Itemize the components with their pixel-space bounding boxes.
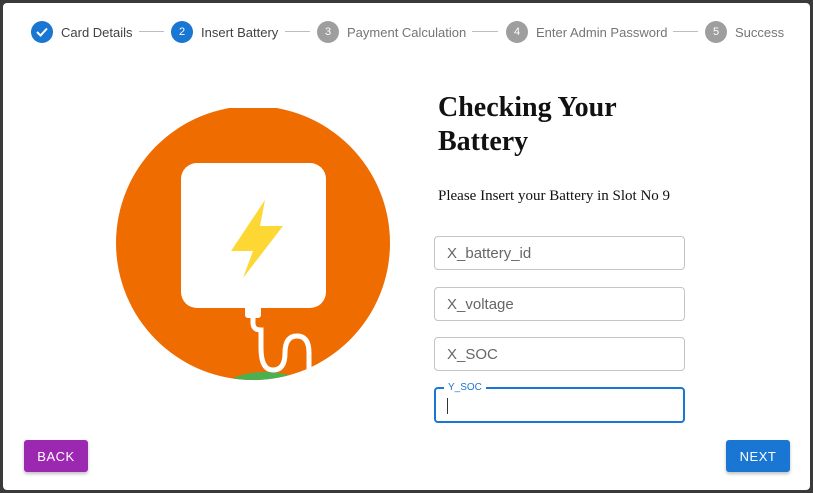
step-connector (472, 31, 498, 32)
step-connector (673, 31, 698, 32)
step-number: 2 (171, 21, 193, 43)
step-enter-admin-password: 4 Enter Admin Password (506, 21, 668, 43)
y-soc-label: Y_SOC (444, 382, 486, 393)
step-number: 5 (705, 21, 727, 43)
step-label: Payment Calculation (347, 24, 467, 40)
step-label: Success (735, 24, 785, 40)
step-label: Insert Battery (201, 24, 279, 40)
step-connector (285, 31, 310, 32)
x-soc-field[interactable] (434, 337, 685, 371)
x-soc-input[interactable] (435, 338, 684, 370)
step-number: 3 (317, 21, 339, 43)
y-soc-field[interactable]: Y_SOC (434, 382, 685, 423)
back-button[interactable]: BACK (24, 440, 88, 472)
step-success: 5 Success (705, 21, 784, 43)
step-label: Card Details (61, 24, 133, 40)
battery-id-field[interactable] (434, 236, 685, 270)
stepper: Card Details 2 Insert Battery 3 Payment … (3, 3, 810, 61)
y-soc-input[interactable] (436, 389, 683, 421)
step-label: Enter Admin Password (536, 24, 668, 40)
step-insert-battery: 2 Insert Battery (171, 21, 278, 43)
battery-dialog: Card Details 2 Insert Battery 3 Payment … (3, 3, 810, 490)
slot-instruction: Please Insert your Battery in Slot No 9 (438, 188, 671, 204)
step-connector (139, 31, 164, 32)
voltage-input[interactable] (435, 288, 684, 320)
battery-id-input[interactable] (435, 237, 684, 269)
step-number: 4 (506, 21, 528, 43)
step-done-check-icon (31, 21, 53, 43)
text-cursor (447, 398, 448, 414)
next-button[interactable]: NEXT (726, 440, 790, 472)
battery-illustration (113, 106, 393, 388)
step-card-details: Card Details (31, 21, 133, 43)
page-title: Checking Your Battery (438, 92, 617, 157)
step-payment-calculation: 3 Payment Calculation (317, 21, 466, 43)
voltage-field[interactable] (434, 287, 685, 321)
